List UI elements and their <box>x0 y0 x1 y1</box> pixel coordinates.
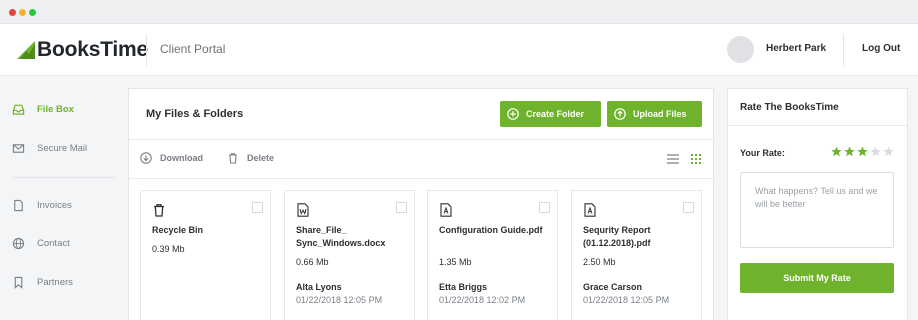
star-filled-icon[interactable] <box>857 146 868 157</box>
header-divider <box>146 34 147 66</box>
panel-divider <box>129 139 713 140</box>
file-name: Recycle Bin <box>152 225 204 235</box>
file-owner: Grace Carson <box>583 282 643 292</box>
sidebar-item-partners[interactable]: Partners <box>12 276 73 289</box>
bookmark-icon <box>14 276 23 289</box>
star-empty-icon[interactable] <box>870 146 881 157</box>
sidebar-item-label: Contact <box>37 238 70 249</box>
file-card[interactable]: Share_File_ Sync_Windows.docx 0.66 Mb Al… <box>284 190 415 320</box>
download-label: Download <box>160 153 203 163</box>
sidebar-divider <box>12 177 116 178</box>
sidebar-item-label: Invoices <box>37 200 72 211</box>
file-date: 01/22/2018 12:02 PM <box>439 295 526 305</box>
download-button[interactable]: Download <box>140 152 203 164</box>
file-checkbox[interactable] <box>539 202 550 213</box>
pdf-file-icon <box>584 203 596 217</box>
rating-label: Your Rate: <box>740 148 785 158</box>
logo-text: BooksTime <box>37 38 149 61</box>
file-name: Sequrity Report (01.12.2018).pdf <box>583 225 651 248</box>
submit-rate-button[interactable]: Submit My Rate <box>740 263 894 293</box>
trash-icon <box>229 153 237 164</box>
file-owner: Etta Briggs <box>439 282 488 292</box>
star-rating[interactable] <box>831 146 896 157</box>
file-size: 0.39 Mb <box>152 244 185 254</box>
file-checkbox[interactable] <box>683 202 694 213</box>
rating-divider <box>728 125 907 126</box>
header-divider <box>843 34 844 66</box>
document-icon <box>14 199 23 212</box>
star-empty-icon[interactable] <box>883 146 894 157</box>
upload-circle-icon <box>614 108 626 120</box>
file-checkbox[interactable] <box>396 202 407 213</box>
create-folder-label: Create Folder <box>526 109 585 119</box>
rating-title: Rate The BooksTime <box>740 102 839 113</box>
maximize-window-dot[interactable] <box>29 9 36 16</box>
star-filled-icon[interactable] <box>831 146 842 157</box>
sidebar-item-label: Secure Mail <box>37 143 88 154</box>
sidebar-item-label: File Box <box>37 104 74 115</box>
close-window-dot[interactable] <box>9 9 16 16</box>
delete-button[interactable]: Delete <box>227 152 274 164</box>
sidebar-item-label: Partners <box>37 277 73 288</box>
sidebar-item-secure-mail[interactable]: Secure Mail <box>12 142 87 155</box>
sidebar-item-file-box[interactable]: File Box <box>12 103 74 116</box>
trash-icon <box>154 204 164 217</box>
delete-label: Delete <box>247 153 275 163</box>
avatar[interactable] <box>727 36 754 63</box>
window-titlebar <box>0 0 918 24</box>
list-view-icon[interactable] <box>667 154 679 164</box>
feedback-input[interactable] <box>740 172 894 248</box>
grid-view-icon[interactable] <box>691 154 701 164</box>
pdf-file-icon <box>440 203 452 217</box>
files-panel: My Files & Folders Create Folder Upload … <box>128 88 714 320</box>
sidebar-item-contact[interactable]: Contact <box>12 237 70 250</box>
upload-files-button[interactable]: Upload Files <box>607 101 702 127</box>
file-size: 2.50 Mb <box>583 257 616 267</box>
file-name: Configuration Guide.pdf <box>439 225 543 235</box>
file-date: 01/22/2018 12:05 PM <box>583 295 670 305</box>
plus-circle-icon <box>507 108 519 120</box>
app-header: BooksTime Client Portal Herbert Park Log… <box>0 24 918 76</box>
rating-panel: Rate The BooksTime Your Rate: Submit My … <box>727 88 908 320</box>
file-card[interactable]: Recycle Bin 0.39 Mb <box>140 190 271 320</box>
file-name: Share_File_ Sync_Windows.docx <box>296 225 386 248</box>
file-card[interactable]: Sequrity Report (01.12.2018).pdf 2.50 Mb… <box>571 190 702 320</box>
page-title: My Files & Folders <box>146 108 244 120</box>
submit-rate-label: Submit My Rate <box>783 273 851 283</box>
logout-button[interactable]: Log Out <box>862 43 900 54</box>
file-size: 1.35 Mb <box>439 257 472 267</box>
file-checkbox[interactable] <box>252 202 263 213</box>
logo-mark-icon <box>17 41 35 59</box>
toolbar-divider <box>129 178 713 179</box>
file-date: 01/22/2018 12:05 PM <box>296 295 383 305</box>
word-file-icon <box>297 203 309 217</box>
globe-icon <box>12 237 25 250</box>
sidebar-item-invoices[interactable]: Invoices <box>12 199 72 212</box>
download-icon <box>140 152 152 164</box>
create-folder-button[interactable]: Create Folder <box>500 101 601 127</box>
file-size: 0.66 Mb <box>296 257 329 267</box>
upload-files-label: Upload Files <box>633 109 687 119</box>
minimize-window-dot[interactable] <box>19 9 26 16</box>
mail-icon <box>12 144 25 153</box>
brand-logo[interactable]: BooksTime <box>16 38 148 62</box>
file-card[interactable]: Configuration Guide.pdf 1.35 Mb Etta Bri… <box>427 190 558 320</box>
inbox-icon <box>12 104 25 115</box>
star-filled-icon[interactable] <box>844 146 855 157</box>
file-owner: Alta Lyons <box>296 282 342 292</box>
user-name[interactable]: Herbert Park <box>766 43 826 54</box>
portal-label: Client Portal <box>160 42 226 56</box>
